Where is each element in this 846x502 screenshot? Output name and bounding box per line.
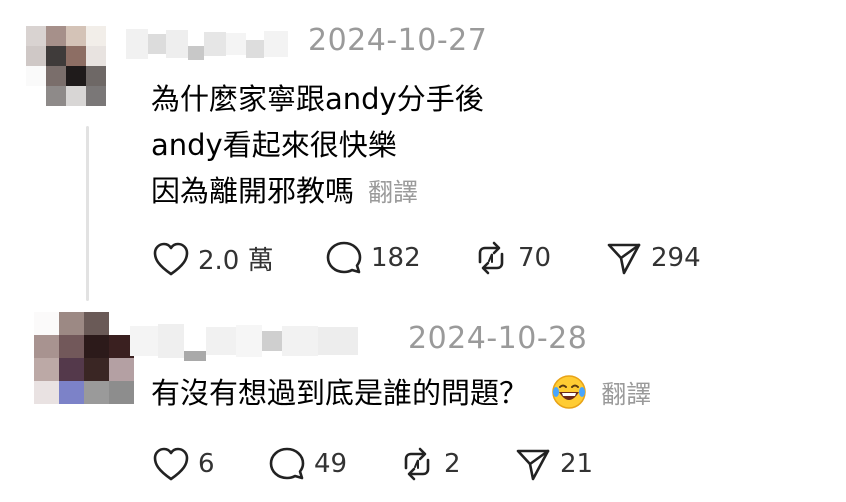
share-icon (607, 243, 641, 275)
thread-line (86, 126, 89, 301)
comment-text: 有沒有想過到底是誰的問題？ (151, 376, 529, 410)
comment-text: 因為離開邪教嗎 (151, 174, 355, 208)
comment-text-line: 因為離開邪教嗎 翻譯 (151, 168, 418, 210)
like-count: 6 (198, 449, 215, 479)
laughing-tears-emoji-icon (551, 374, 587, 417)
reply-button[interactable]: 49 (268, 446, 347, 482)
share-button[interactable]: 294 (605, 240, 701, 276)
comment-date: 2024-10-28 (408, 321, 588, 356)
reply-button[interactable]: 182 (325, 240, 421, 276)
share-button[interactable]: 21 (514, 446, 593, 482)
reply-count: 182 (371, 243, 421, 273)
share-icon (516, 449, 550, 481)
translate-link[interactable]: 翻譯 (601, 380, 651, 409)
avatar[interactable] (26, 26, 106, 106)
comment-text-line: 有沒有想過到底是誰的問題？ 翻譯 (151, 370, 651, 417)
comment-icon (269, 447, 305, 480)
share-count: 294 (651, 243, 701, 273)
username-blurred[interactable] (126, 24, 288, 64)
like-button[interactable]: 2.0 萬 (152, 240, 274, 277)
like-button[interactable]: 6 (152, 446, 215, 482)
comment-icon (326, 241, 362, 274)
translate-link[interactable]: 翻譯 (368, 178, 418, 207)
repost-count: 70 (518, 243, 552, 273)
comment-text-line: andy看起來很快樂 (151, 128, 397, 162)
heart-icon (153, 242, 189, 275)
like-count: 2.0 萬 (198, 246, 274, 276)
heart-icon (153, 447, 189, 481)
share-count: 21 (560, 449, 594, 479)
comment-text-line: 為什麼家寧跟andy分手後 (151, 82, 484, 116)
username-blurred[interactable] (130, 318, 358, 364)
comment-date: 2024-10-27 (308, 23, 488, 58)
repost-icon (478, 241, 504, 275)
avatar[interactable] (34, 312, 134, 404)
repost-button[interactable]: 70 (472, 240, 551, 276)
reply-count: 49 (314, 449, 348, 479)
repost-button[interactable]: 2 (398, 446, 461, 482)
repost-count: 2 (444, 449, 461, 479)
repost-icon (404, 447, 430, 481)
